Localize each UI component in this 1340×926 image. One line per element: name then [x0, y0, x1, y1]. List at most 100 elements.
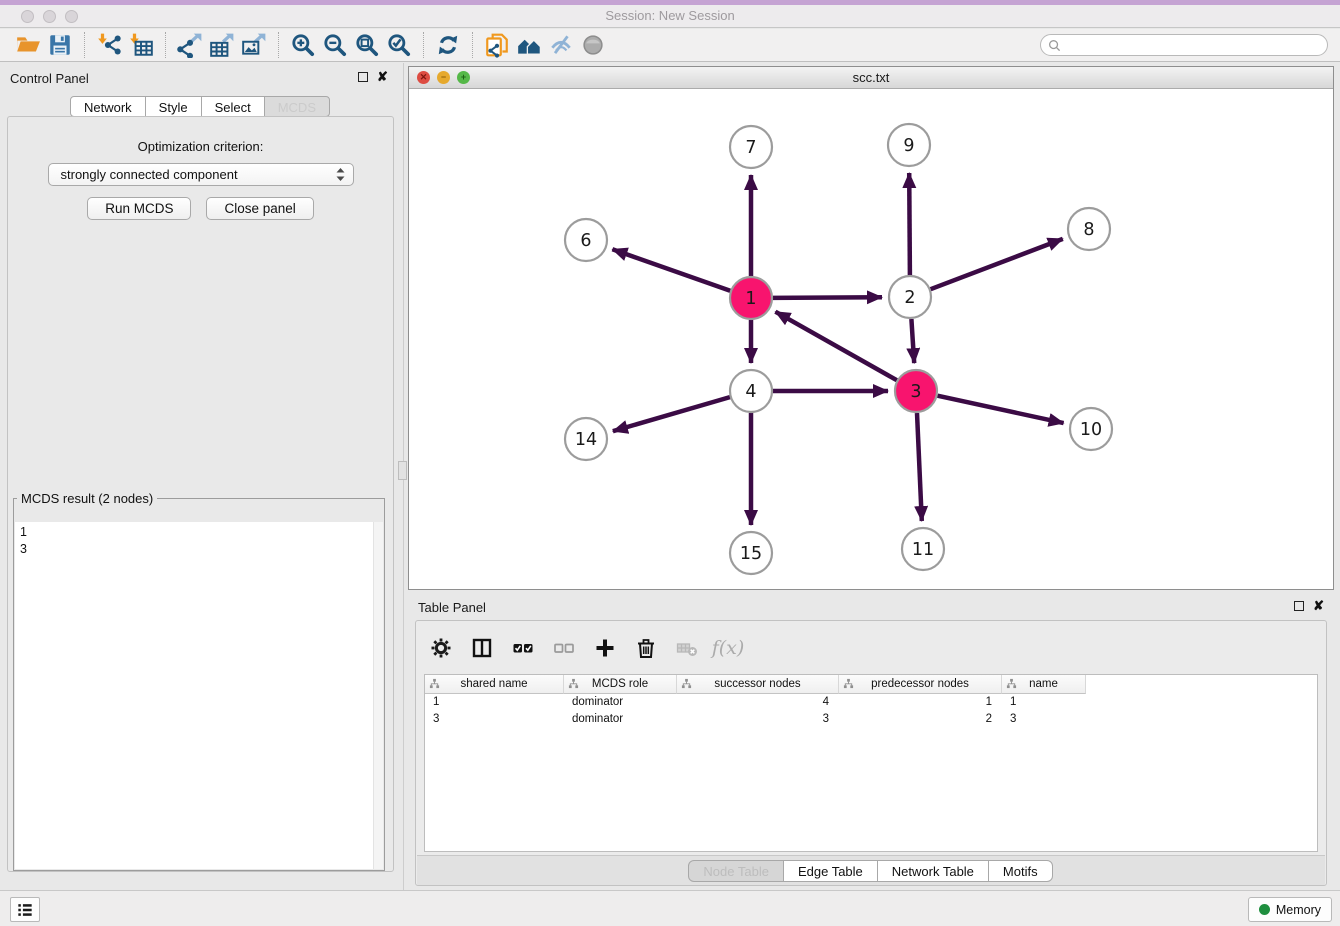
control-panel-close-icon[interactable]: ✘	[377, 72, 388, 82]
svg-text:10: 10	[1080, 420, 1102, 440]
graph-edge-2-3[interactable]	[911, 319, 914, 363]
graph-edge-2-8[interactable]	[931, 239, 1063, 289]
graph-node-10[interactable]: 10	[1070, 408, 1112, 450]
graph-edge-3-10[interactable]	[938, 396, 1064, 423]
column-header-successor-nodes[interactable]: successor nodes	[677, 675, 839, 694]
zoom-fit-icon	[354, 32, 380, 58]
toolbar-separator	[165, 32, 166, 58]
zoom-fit-button[interactable]	[351, 31, 383, 59]
graph-edge-1-2[interactable]	[773, 297, 882, 298]
zoom-selected-button[interactable]	[383, 31, 415, 59]
close-panel-button[interactable]: Close panel	[206, 197, 313, 220]
svg-text:15: 15	[740, 544, 762, 564]
export-table-icon	[209, 32, 235, 58]
table-panel-float-icon[interactable]	[1294, 601, 1304, 611]
status-bar: Memory	[0, 890, 1340, 926]
settings-gear-button[interactable]	[428, 635, 454, 661]
tab-network[interactable]: Network	[70, 96, 146, 117]
network-window: ✕ − + scc.txt 7 9 6 8 1 2 4 3 14 10 15 11	[408, 66, 1334, 590]
table-cell[interactable]: 3	[677, 711, 839, 728]
graph-edge-1-6[interactable]	[612, 249, 730, 290]
control-panel-float-icon[interactable]	[358, 72, 368, 82]
open-folder-button[interactable]	[12, 31, 44, 59]
column-header-shared-name[interactable]: shared name	[425, 675, 564, 694]
svg-text:1: 1	[745, 289, 756, 309]
column-header-name[interactable]: name	[1002, 675, 1086, 694]
graph-node-8[interactable]: 8	[1068, 208, 1110, 250]
titlebar-accent	[0, 0, 1340, 5]
mcds-result-lines: 13	[20, 524, 378, 558]
import-network-button[interactable]	[93, 31, 125, 59]
result-scrollbar[interactable]	[373, 522, 383, 869]
memory-button[interactable]: Memory	[1248, 897, 1332, 922]
tab-mcds[interactable]: MCDS	[264, 96, 330, 117]
network-canvas[interactable]: 7 9 6 8 1 2 4 3 14 10 15 11	[409, 89, 1333, 594]
graph-node-3[interactable]: 3	[895, 370, 937, 412]
graph-edge-2-9[interactable]	[909, 173, 910, 275]
delete-column-button	[674, 635, 700, 661]
table-cell[interactable]: dominator	[564, 711, 677, 728]
refresh-button[interactable]	[432, 31, 464, 59]
table-cell[interactable]: 1	[1002, 694, 1086, 711]
export-table-button[interactable]	[206, 31, 238, 59]
zoom-in-button[interactable]	[287, 31, 319, 59]
clone-network-button[interactable]	[481, 31, 513, 59]
hide-details-button[interactable]	[545, 31, 577, 59]
run-mcds-button[interactable]: Run MCDS	[87, 197, 191, 220]
export-network-button[interactable]	[174, 31, 206, 59]
save-button[interactable]	[44, 31, 76, 59]
column-header-predecessor-nodes[interactable]: predecessor nodes	[839, 675, 1002, 694]
graph-node-7[interactable]: 7	[730, 126, 772, 168]
search-box[interactable]	[1040, 34, 1328, 56]
graph-node-2[interactable]: 2	[889, 276, 931, 318]
graph-node-14[interactable]: 14	[565, 418, 607, 460]
graph-node-1[interactable]: 1	[730, 277, 772, 319]
import-table-button[interactable]	[125, 31, 157, 59]
tab-style[interactable]: Style	[145, 96, 202, 117]
tab-node-table[interactable]: Node Table	[688, 860, 784, 882]
show-details-button[interactable]	[577, 31, 609, 59]
table-row[interactable]: 1dominator411	[425, 694, 1317, 711]
graph-edge-3-1[interactable]	[775, 312, 896, 381]
table-cell[interactable]: 2	[839, 711, 1002, 728]
deselect-all-button[interactable]	[551, 635, 577, 661]
column-header-MCDS-role[interactable]: MCDS role	[564, 675, 677, 694]
graph-node-4[interactable]: 4	[730, 370, 772, 412]
zoom-selected-icon	[386, 32, 412, 58]
graph-node-11[interactable]: 11	[902, 528, 944, 570]
table-cell[interactable]: 4	[677, 694, 839, 711]
clone-network-icon	[484, 32, 510, 58]
table-cell[interactable]: 1	[839, 694, 1002, 711]
table-cell[interactable]: 3	[425, 711, 564, 728]
graph-node-9[interactable]: 9	[888, 124, 930, 166]
criterion-dropdown[interactable]: strongly connected component	[48, 163, 354, 186]
criterion-dropdown-value: strongly connected component	[61, 167, 334, 182]
zoom-out-button[interactable]	[319, 31, 351, 59]
tab-network-table[interactable]: Network Table	[877, 860, 989, 882]
columns-button[interactable]	[469, 635, 495, 661]
select-all-button[interactable]	[510, 635, 536, 661]
graph-edge-3-11[interactable]	[917, 413, 922, 521]
graph-node-15[interactable]: 15	[730, 532, 772, 574]
table-panel-close-icon[interactable]: ✘	[1313, 601, 1324, 611]
graph-edge-4-14[interactable]	[613, 397, 730, 431]
table-cell[interactable]: 1	[425, 694, 564, 711]
search-input[interactable]	[1065, 36, 1327, 54]
export-image-button[interactable]	[238, 31, 270, 59]
graph-node-6[interactable]: 6	[565, 219, 607, 261]
task-history-button[interactable]	[10, 897, 40, 922]
column-tree-icon	[681, 678, 692, 689]
search-icon	[1048, 39, 1061, 52]
table-row[interactable]: 3dominator323	[425, 711, 1317, 728]
tab-motifs[interactable]: Motifs	[988, 860, 1053, 882]
table-cell[interactable]: dominator	[564, 694, 677, 711]
network-window-titlebar[interactable]: ✕ − + scc.txt	[409, 67, 1333, 89]
zoom-in-icon	[290, 32, 316, 58]
home-button[interactable]	[513, 31, 545, 59]
delete-row-button[interactable]	[633, 635, 659, 661]
tab-select[interactable]: Select	[201, 96, 265, 117]
tab-edge-table[interactable]: Edge Table	[783, 860, 878, 882]
table-cell[interactable]: 3	[1002, 711, 1086, 728]
panel-divider-grip[interactable]	[398, 461, 407, 480]
add-row-button[interactable]	[592, 635, 618, 661]
